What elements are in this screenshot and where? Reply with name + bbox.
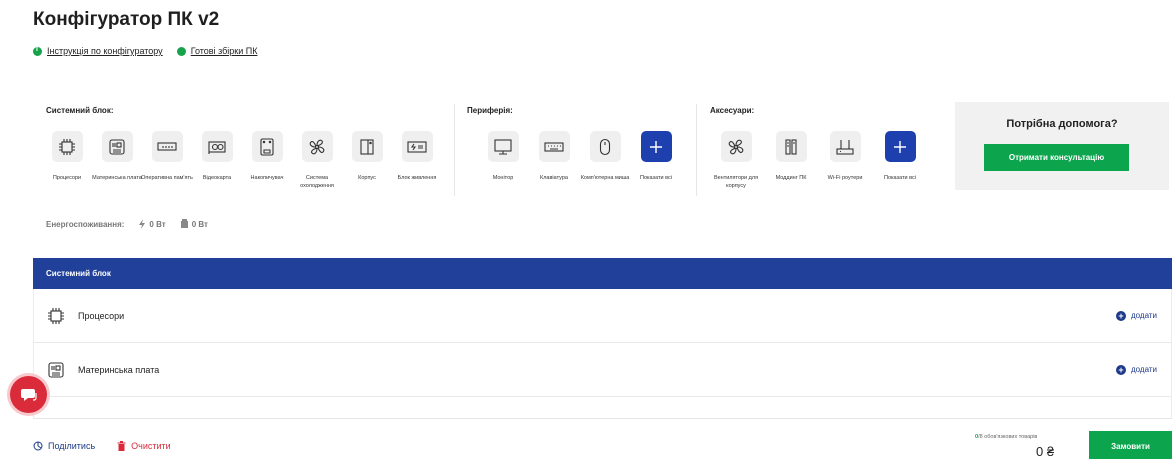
psu-icon bbox=[401, 131, 433, 162]
add-label: додати bbox=[1130, 365, 1157, 374]
required-text: /8 обов'язкових товарів bbox=[978, 434, 1038, 440]
category-wifi-routers[interactable]: Wi-Fi роутери bbox=[819, 131, 871, 182]
category-mouse-label: Комп'ютерна миша bbox=[580, 175, 630, 181]
total-price: 0 ₴ bbox=[1036, 444, 1055, 459]
monitor-icon bbox=[487, 131, 519, 162]
category-case-fans-label: Вентилятори для корпусу bbox=[713, 175, 759, 190]
ready-builds-link[interactable]: Готові збірки ПК bbox=[176, 46, 258, 56]
clear-label: Очистити bbox=[131, 441, 171, 451]
motherboard-icon bbox=[46, 360, 66, 380]
category-storage[interactable]: Накопичувач bbox=[241, 131, 293, 182]
cpu-icon bbox=[51, 131, 83, 162]
category-wifi-routers-label: Wi-Fi роутери bbox=[827, 175, 863, 181]
category-mouse[interactable]: Комп'ютерна миша bbox=[579, 131, 631, 182]
plus-icon bbox=[640, 131, 672, 162]
share-label: Поділитись bbox=[48, 441, 96, 451]
modding-icon bbox=[775, 131, 807, 162]
gpu-icon bbox=[201, 131, 233, 162]
category-storage-label: Накопичувач bbox=[250, 175, 284, 181]
instruction-link-label: Інструкція по конфігуратору bbox=[47, 46, 163, 56]
footer-actions: Поділитись Очистити bbox=[33, 441, 171, 451]
group-divider bbox=[454, 104, 455, 196]
add-label: додати bbox=[1130, 311, 1157, 320]
help-title: Потрібна допомога? bbox=[1006, 118, 1118, 130]
order-button[interactable]: Замовити bbox=[1089, 431, 1172, 459]
add-cpu-button[interactable]: + додати bbox=[1115, 310, 1157, 321]
ram-icon bbox=[151, 131, 183, 162]
category-keyboard-label: Клавіатура bbox=[540, 175, 568, 181]
category-cpu-label: Процесори bbox=[52, 175, 82, 181]
keyboard-icon bbox=[538, 131, 570, 162]
category-periphery-show-all-label: Показати всі bbox=[640, 175, 672, 181]
fan-icon bbox=[301, 131, 333, 162]
plus-circle-icon: + bbox=[1115, 310, 1126, 321]
gear-icon bbox=[176, 46, 186, 56]
category-case-label: Корпус bbox=[358, 175, 376, 181]
clear-button[interactable]: Очистити bbox=[117, 441, 171, 451]
trash-icon bbox=[117, 441, 126, 451]
motherboard-icon bbox=[101, 131, 133, 162]
category-ram[interactable]: Оперативна пам'ять bbox=[141, 131, 193, 182]
category-periphery-show-all[interactable]: Показати всі bbox=[630, 131, 682, 182]
help-box: Потрібна допомога? Отримати консультацію bbox=[955, 102, 1169, 190]
category-psu-label: Блок живлення bbox=[397, 175, 437, 181]
category-ram-label: Оперативна пам'ять bbox=[141, 175, 193, 181]
fan-icon bbox=[720, 131, 752, 162]
category-accessories-show-all-label: Показати всі bbox=[884, 175, 916, 181]
energy-consumption: Енергоспоживання: 0 Вт 0 Вт bbox=[46, 219, 208, 229]
category-keyboard[interactable]: Клавіатура bbox=[528, 131, 580, 182]
accessories-group-title: Аксесуари: bbox=[710, 106, 755, 115]
category-case[interactable]: Корпус bbox=[341, 131, 393, 182]
get-consultation-button[interactable]: Отримати консультацію bbox=[984, 144, 1129, 171]
energy-label: Енергоспоживання: bbox=[46, 219, 125, 229]
configurator-panel: Системний блок: Процесори Материнська пл… bbox=[33, 86, 1172, 204]
component-row-motherboard: Материнська плата + додати bbox=[33, 343, 1172, 397]
storage-icon bbox=[251, 131, 283, 162]
plus-icon bbox=[884, 131, 916, 162]
category-modding-label: Моддинг ПК bbox=[775, 175, 807, 181]
share-icon bbox=[33, 441, 43, 451]
router-icon bbox=[829, 131, 861, 162]
group-divider bbox=[696, 104, 697, 196]
periphery-group-title: Периферія: bbox=[467, 106, 513, 115]
page-title: Конфігуратор ПК v2 bbox=[33, 9, 220, 30]
lightning-icon bbox=[139, 219, 146, 229]
category-cpu[interactable]: Процесори bbox=[41, 131, 93, 182]
instruction-link[interactable]: Інструкція по конфігуратору bbox=[33, 46, 163, 56]
top-links: Інструкція по конфігуратору Готові збірк… bbox=[33, 46, 257, 56]
category-monitor-label: Монітор bbox=[492, 175, 514, 181]
category-cooling-label: Система охолодження bbox=[300, 175, 334, 190]
share-button[interactable]: Поділитись bbox=[33, 441, 95, 451]
energy-power-value: 0 Вт bbox=[149, 219, 166, 229]
cpu-icon bbox=[46, 306, 66, 326]
required-items-counter: 0/8 обов'язкових товарів bbox=[975, 434, 1037, 440]
chat-icon bbox=[20, 388, 37, 401]
case-icon bbox=[351, 131, 383, 162]
category-monitor[interactable]: Монітор bbox=[477, 131, 529, 182]
category-modding[interactable]: Моддинг ПК bbox=[765, 131, 817, 182]
chat-button[interactable] bbox=[10, 376, 47, 413]
component-row-label: Процесори bbox=[78, 310, 125, 321]
plus-circle-icon: + bbox=[1115, 364, 1126, 375]
psu-small-icon bbox=[180, 219, 188, 228]
category-accessories-show-all[interactable]: Показати всі bbox=[874, 131, 926, 182]
mouse-icon bbox=[589, 131, 621, 162]
category-cooling[interactable]: Система охолодження bbox=[291, 131, 343, 191]
category-gpu-label: Відеокарта bbox=[202, 175, 232, 181]
section-header: Системний блок bbox=[33, 258, 1172, 289]
system-group-title: Системний блок: bbox=[46, 106, 114, 115]
category-psu[interactable]: Блок живлення bbox=[391, 131, 443, 182]
component-row-cpu: Процесори + додати bbox=[33, 289, 1172, 343]
category-motherboard-label: Материнська плата bbox=[92, 175, 142, 181]
info-icon bbox=[33, 46, 42, 56]
component-row-label: Материнська плата bbox=[78, 364, 160, 375]
energy-psu-value: 0 Вт bbox=[191, 219, 208, 229]
ready-builds-link-label: Готові збірки ПК bbox=[190, 46, 258, 56]
category-motherboard[interactable]: Материнська плата bbox=[91, 131, 143, 182]
add-motherboard-button[interactable]: + додати bbox=[1115, 364, 1157, 375]
category-case-fans[interactable]: Вентилятори для корпусу bbox=[710, 131, 762, 191]
component-row-empty bbox=[33, 397, 1172, 419]
category-gpu[interactable]: Відеокарта bbox=[191, 131, 243, 182]
